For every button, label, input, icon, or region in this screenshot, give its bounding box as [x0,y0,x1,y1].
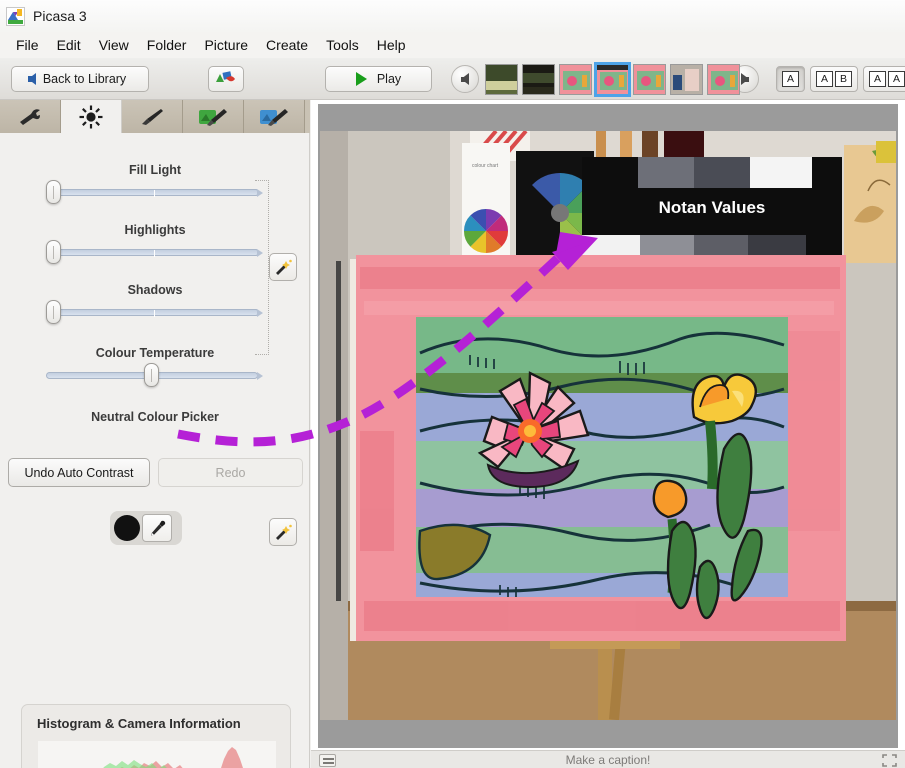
thumbnail-3[interactable] [559,64,592,95]
slider-label-fill-light: Fill Light [128,163,182,177]
histogram-graph [38,741,276,768]
slider-knob-highlights[interactable] [46,240,61,264]
menu-tools[interactable]: Tools [317,35,368,56]
slider-knob-fill-light[interactable] [46,180,61,204]
blue-brush-icon [260,108,288,126]
view-cell-b: B [835,71,852,87]
menu-create[interactable]: Create [257,35,317,56]
tuning-controls: Fill Light Highlights Shadows Colour Tem… [0,133,310,768]
view-mode-side-by-side-button[interactable]: A A [863,66,905,92]
auto-contrast-wand-button[interactable] [269,253,297,281]
view-mode-single-button[interactable]: A [776,66,805,92]
slider-knob-shadows[interactable] [46,300,61,324]
view-cell-a: A [782,71,799,87]
edit-panel-tabstrip [0,100,310,133]
fullscreen-icon[interactable] [882,754,897,767]
histogram-panel-title: Histogram & Camera Information [37,716,241,731]
brush-icon [142,108,163,125]
play-label: Play [376,72,402,86]
undo-auto-contrast-button[interactable]: Undo Auto Contrast [8,458,150,487]
view-cell-a1: A [869,71,886,87]
histogram-camera-info-panel: Histogram & Camera Information Olympus E… [21,704,291,768]
eyedropper-icon [150,520,165,536]
collage-icon [215,69,237,90]
photo-image[interactable]: colour chart Notan Values [320,131,896,720]
edit-panel: Fill Light Highlights Shadows Colour Tem… [0,100,310,768]
window-title: Picasa 3 [33,8,87,24]
tab-effects-2[interactable] [183,100,244,133]
back-to-library-label: Back to Library [42,72,127,86]
slider-track [50,249,263,257]
arrow-left-circle-icon [461,73,469,85]
caption-bar[interactable]: Make a caption! [311,750,905,768]
auto-contrast-bracket [255,180,269,355]
thumbnail-6[interactable] [670,64,703,95]
slider-tick [154,250,155,257]
neutral-colour-picker-group [110,511,182,545]
slider-colour-temperature[interactable] [0,363,310,387]
slider-tick [154,310,155,317]
neutral-colour-swatch[interactable] [114,515,140,541]
filmstrip [485,62,740,97]
menu-file[interactable]: File [7,35,48,56]
auto-colour-wand-button[interactable] [269,518,297,546]
back-to-library-button[interactable]: Back to Library [11,66,149,92]
collage-button[interactable] [208,66,244,92]
view-cell-a2: A [888,71,905,87]
title-bar: Picasa 3 [0,0,905,32]
menu-view[interactable]: View [90,35,138,56]
menu-help[interactable]: Help [368,35,415,56]
tab-effects-3[interactable] [244,100,305,133]
sun-icon [79,105,103,128]
thumbnail-1[interactable] [485,64,518,95]
play-triangle-icon [355,72,367,86]
thumbnail-4[interactable] [594,62,631,97]
menu-folder[interactable]: Folder [138,35,196,56]
arrow-right-circle-icon [741,73,749,85]
slider-track [50,189,263,197]
play-button[interactable]: Play [325,66,432,92]
svg-text:Notan Values: Notan Values [659,198,766,217]
slider-tick [154,190,155,197]
slider-track [50,309,263,317]
view-mode-toggle-group: A A B A A [776,66,905,92]
thumbnail-7[interactable] [707,64,740,95]
magic-wand-icon [275,259,292,275]
thumbnail-5[interactable] [633,64,666,95]
green-brush-icon [199,108,227,126]
picasa-logo-icon [6,6,25,26]
magic-wand-icon [275,524,292,540]
previous-photo-button[interactable] [451,65,479,93]
menu-edit[interactable]: Edit [48,35,90,56]
caption-lines-icon[interactable] [319,754,336,767]
menu-bar: File Edit View Folder Picture Create Too… [0,32,905,58]
menu-picture[interactable]: Picture [195,35,257,56]
caption-placeholder[interactable]: Make a caption! [566,753,651,767]
tab-tuning[interactable] [61,100,122,133]
neutral-colour-picker-label: Neutral Colour Picker [91,410,219,424]
view-cell-a: A [816,71,833,87]
eyedropper-button[interactable] [142,514,172,542]
tab-effects-1[interactable] [122,100,183,133]
redo-button: Redo [158,458,303,487]
svg-text:colour chart: colour chart [472,163,499,169]
tab-basic-fixes[interactable] [0,100,61,133]
arrow-left-icon [27,73,36,85]
picasa-window: Picasa 3 File Edit View Folder Picture C… [0,0,905,768]
thumbnail-2[interactable] [522,64,555,95]
slider-knob-colour-temperature[interactable] [144,363,159,387]
view-mode-compare-button[interactable]: A B [810,66,858,92]
wrench-icon [20,108,40,125]
